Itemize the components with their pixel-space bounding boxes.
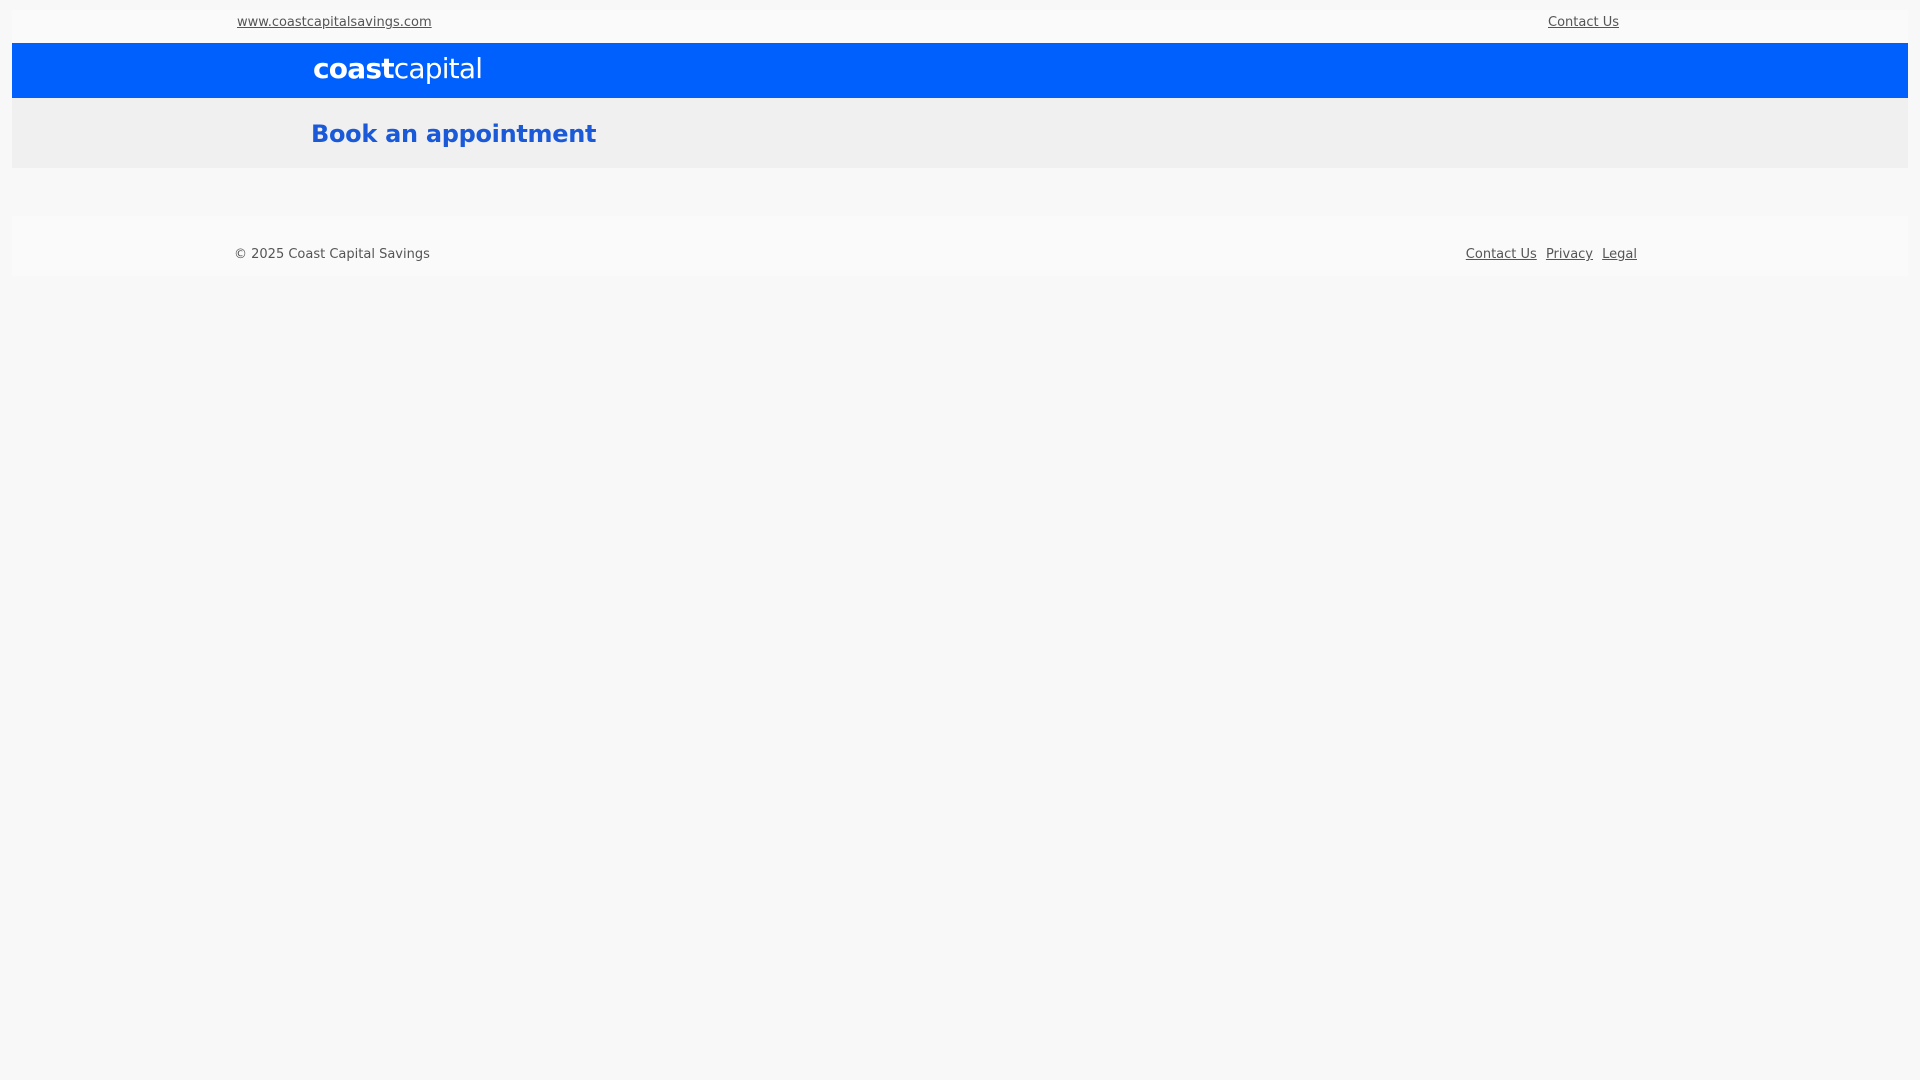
brand-bar: coastcapital xyxy=(12,43,1908,98)
logo-light-text: capital xyxy=(393,52,483,85)
contact-us-link[interactable]: Contact Us xyxy=(1548,15,1619,31)
footer: © 2025 Coast Capital Savings Contact Us … xyxy=(12,216,1908,276)
title-band: Book an appointment xyxy=(12,98,1908,168)
site-link[interactable]: www.coastcapitalsavings.com xyxy=(237,15,432,31)
copyright-text: © 2025 Coast Capital Savings xyxy=(234,247,430,262)
footer-links: Contact Us Privacy Legal xyxy=(1461,247,1637,263)
page: www.coastcapitalsavings.com Contact Us c… xyxy=(0,0,1920,1080)
coast-capital-logo[interactable]: coastcapital xyxy=(313,52,483,85)
footer-privacy-link[interactable]: Privacy xyxy=(1546,247,1593,262)
page-title: Book an appointment xyxy=(311,120,597,148)
logo-bold-text: coast xyxy=(313,52,395,85)
footer-legal-link[interactable]: Legal xyxy=(1602,247,1637,262)
utility-bar: www.coastcapitalsavings.com Contact Us xyxy=(12,10,1908,43)
footer-contact-link[interactable]: Contact Us xyxy=(1466,247,1537,262)
